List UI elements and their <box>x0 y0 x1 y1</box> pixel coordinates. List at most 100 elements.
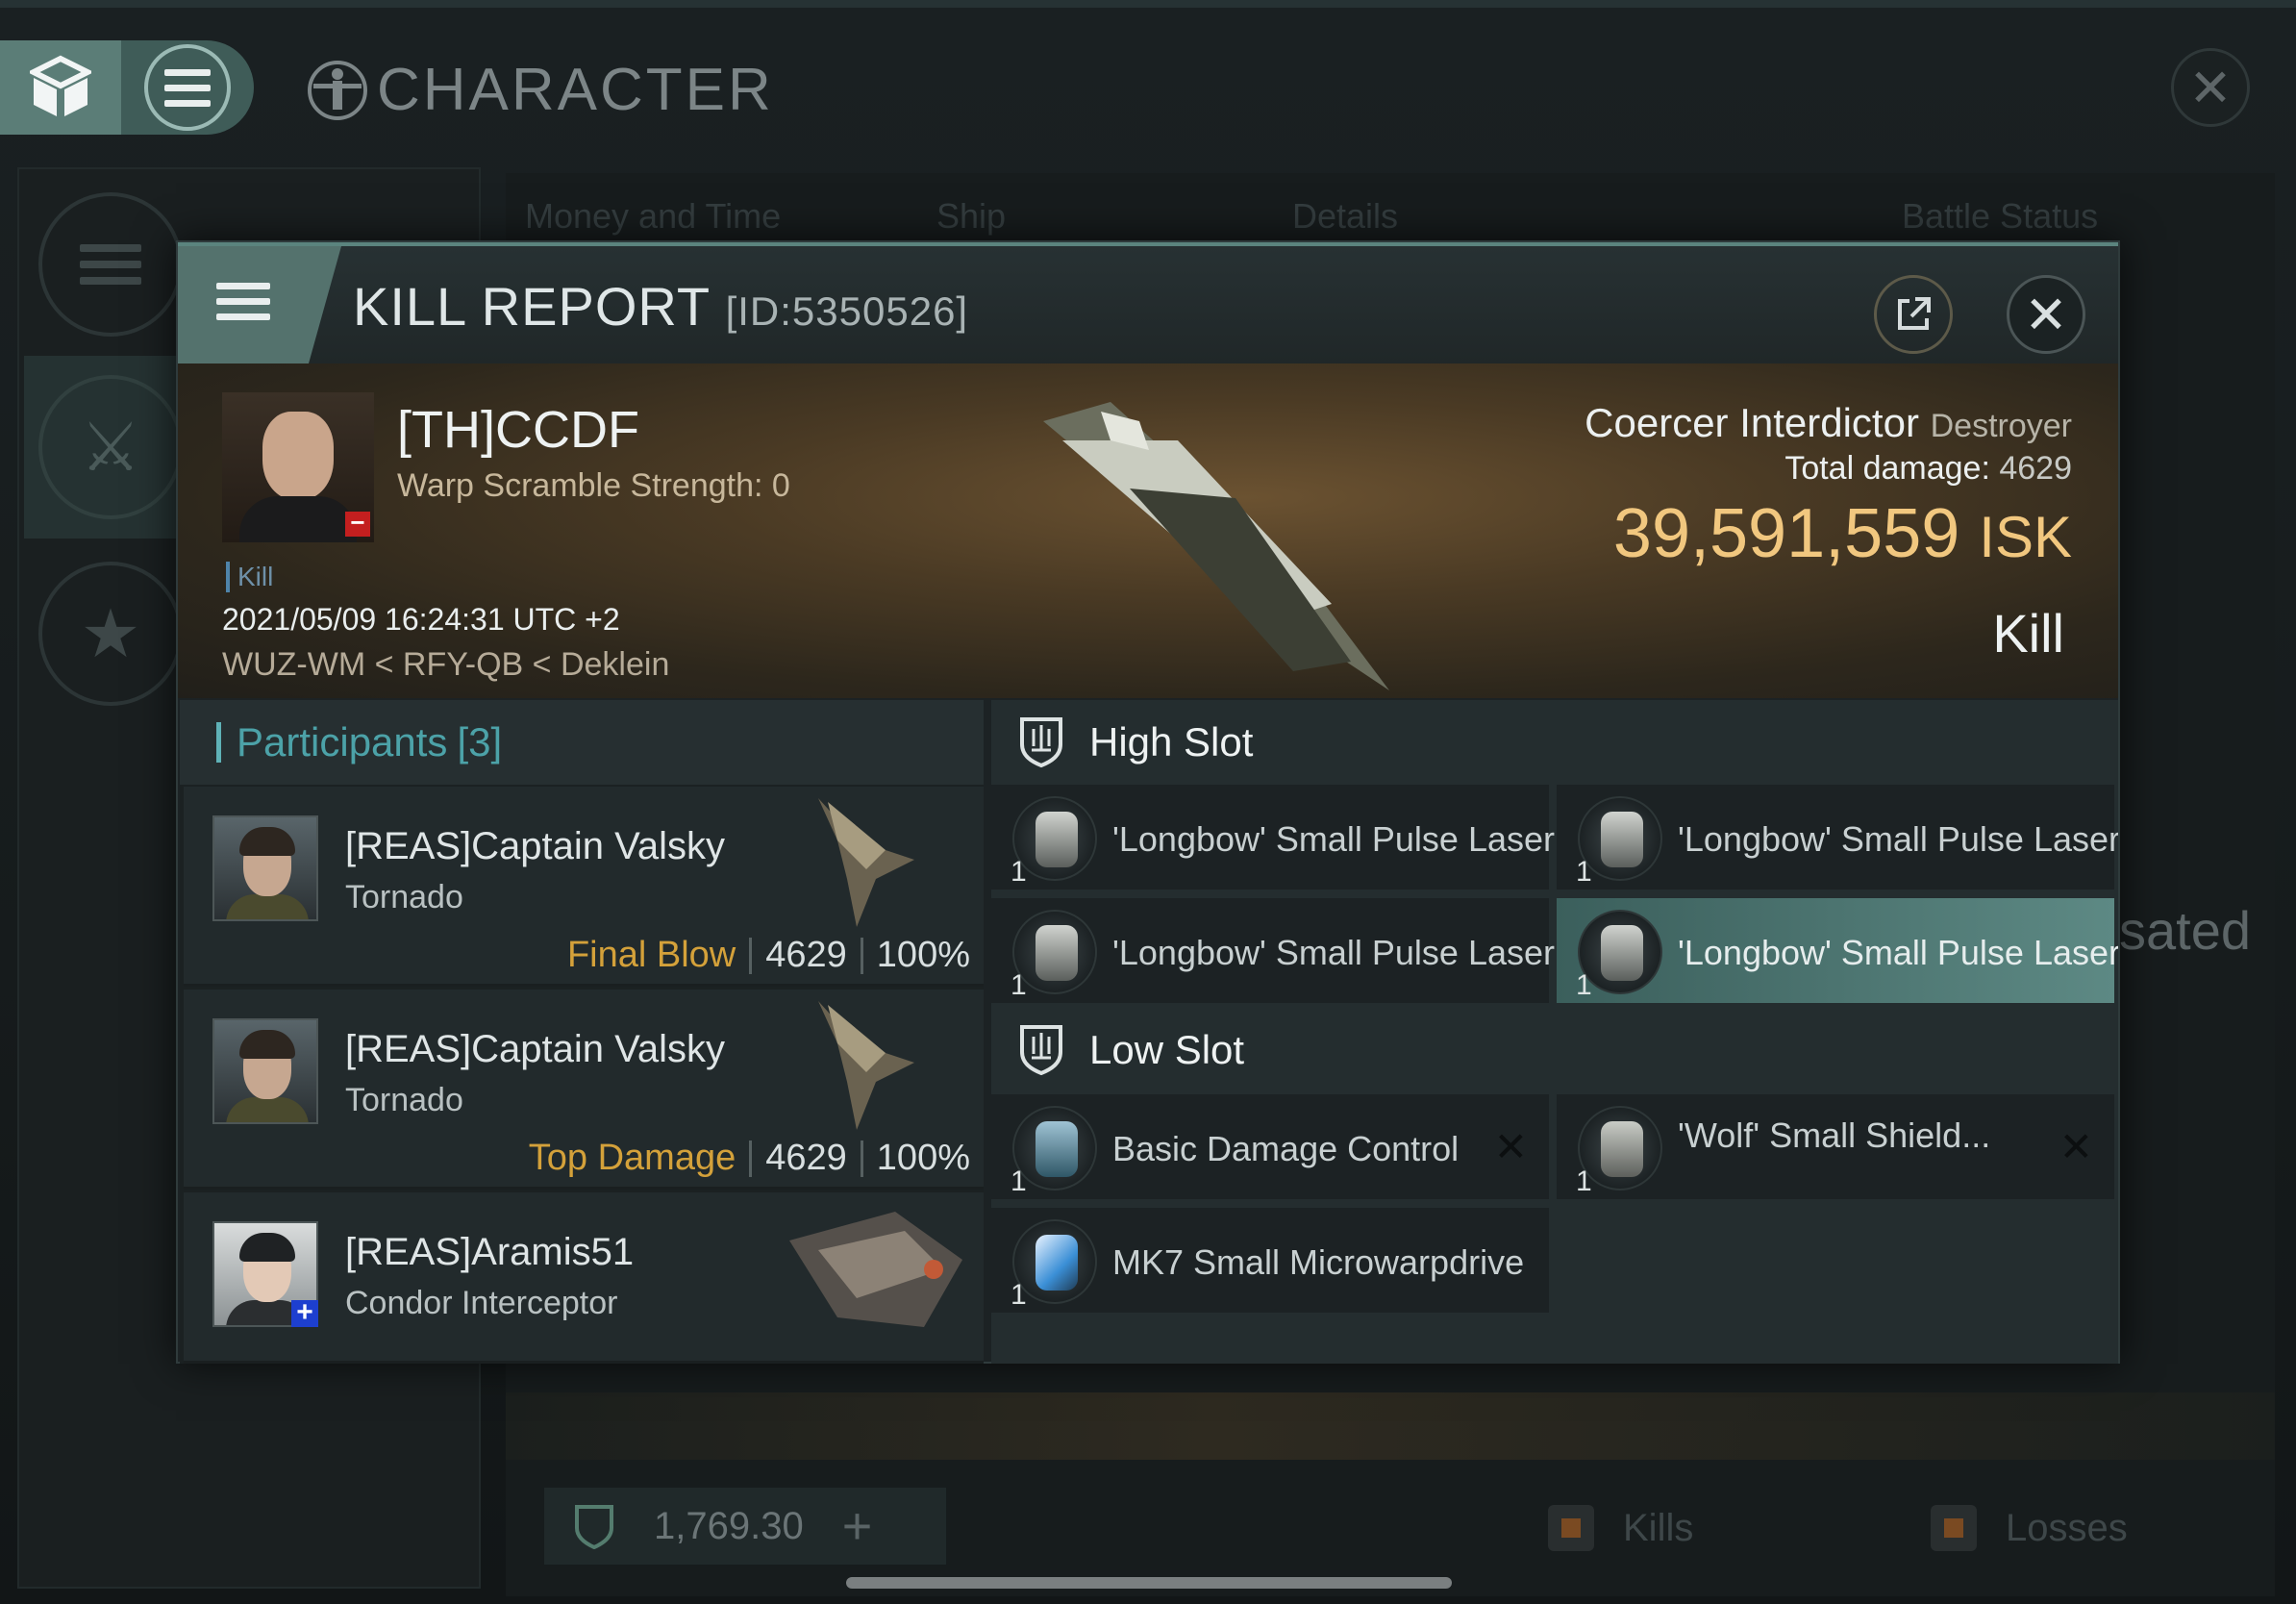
top-strip <box>0 0 2296 8</box>
module-item[interactable]: 1 Basic Damage Control ✕ <box>991 1094 1549 1202</box>
scrollbar[interactable] <box>846 1577 1452 1589</box>
participant-portrait[interactable] <box>212 1018 318 1124</box>
final-blow-label: Final Blow <box>566 935 736 975</box>
module-item[interactable]: 1 'Wolf' Small Shield... ✕ <box>1557 1094 2114 1202</box>
module-name: 'Wolf' Small Shield... <box>1678 1115 1991 1155</box>
legend-losses[interactable]: Losses <box>1931 1505 2128 1551</box>
participant-name: [REAS]Captain Valsky <box>345 825 725 867</box>
participant-row[interactable]: + [REAS]Aramis51 Condor Interceptor <box>184 1192 984 1364</box>
victim-name[interactable]: [TH]CCDF <box>397 400 639 460</box>
main-menu-button[interactable] <box>121 40 254 135</box>
star-icon: ★ <box>80 596 141 671</box>
kill-tag: Kill <box>226 562 273 592</box>
nav-favorites-button[interactable]: ★ <box>38 562 183 706</box>
victim-banner: − [TH]CCDF Warp Scramble Strength: 0 Kil… <box>178 363 2118 698</box>
high-slot-icon <box>1020 717 1062 768</box>
top-damage-label: Top Damage <box>528 1138 736 1178</box>
module-qty: 1 <box>1011 1279 1027 1311</box>
module-qty: 1 <box>1576 1165 1592 1197</box>
module-item[interactable]: 1 MK7 Small Microwarpdrive <box>991 1208 1549 1316</box>
high-slot-header: High Slot <box>991 700 2118 785</box>
external-link-icon <box>1898 297 1931 330</box>
module-item[interactable]: 1 'Longbow' Small Pulse Laser <box>991 898 1555 1006</box>
module-name: 'Longbow' Small Pulse Laser <box>1112 819 1556 859</box>
module-item-selected[interactable]: 1 'Longbow' Small Pulse Laser <box>1557 898 2118 1006</box>
participants-panel: Participants [3] [REAS]Captain Valsky To… <box>180 700 984 1364</box>
window-title: CHARACTER <box>306 56 774 124</box>
add-icon[interactable]: + <box>842 1496 873 1556</box>
module-qty: 1 <box>1011 1165 1027 1197</box>
hamburger-icon <box>216 283 270 320</box>
home-button[interactable] <box>0 40 121 135</box>
kill-report-modal: KILL REPORT [ID:5350526] ✕ − [TH]CCDF Wa… <box>176 240 2120 1364</box>
module-qty: 1 <box>1011 856 1027 888</box>
participants-count: [3] <box>457 719 503 764</box>
legend-kills[interactable]: Kills <box>1548 1505 1693 1551</box>
participant-portrait[interactable] <box>212 815 318 921</box>
module-item[interactable]: 1 'Longbow' Small Pulse Laser <box>991 785 1555 892</box>
cube-icon <box>30 55 91 116</box>
total-damage: Total damage: 4629 <box>1784 450 2072 487</box>
victim-ship-type[interactable]: Coercer Interdictor Destroyer <box>1585 400 2072 446</box>
participant-name: [REAS]Captain Valsky <box>345 1028 725 1070</box>
participant-percent: 100% <box>876 935 970 975</box>
participant-ship: Tornado <box>345 879 463 915</box>
participant-stats: Final Blow 4629 100% <box>567 935 970 976</box>
tornado-ship-image[interactable] <box>799 792 972 937</box>
module-name: 'Longbow' Small Pulse Laser <box>1678 819 2118 859</box>
wallet-bar: 1,769.30 + <box>544 1488 946 1565</box>
module-item[interactable]: 1 'Longbow' Small Pulse Laser <box>1557 785 2118 892</box>
kill-location[interactable]: WUZ-WM < RFY-QB < Deklein <box>222 646 669 684</box>
column-money-time[interactable]: Money and Time <box>525 196 781 237</box>
modal-menu-button[interactable] <box>178 246 341 363</box>
module-qty: 1 <box>1011 969 1027 1001</box>
participant-ship: Condor Interceptor <box>345 1285 618 1321</box>
module-name: 'Longbow' Small Pulse Laser <box>1112 933 1556 972</box>
kill-datetime: 2021/05/09 16:24:31 UTC +2 <box>222 602 620 637</box>
crossed-swords-icon: ⚔ <box>80 410 141 485</box>
nav-list-button[interactable] <box>38 192 183 337</box>
destroyed-icon: ✕ <box>2059 1124 2093 1169</box>
modal-close-button[interactable]: ✕ <box>2007 275 2085 354</box>
column-details[interactable]: Details <box>1292 196 1398 237</box>
modal-title: KILL REPORT [ID:5350526] <box>353 276 969 337</box>
background-partial-text: sated <box>2119 900 2251 961</box>
participant-stats: Top Damage 4629 100% <box>529 1138 970 1179</box>
column-ship[interactable]: Ship <box>936 196 1006 237</box>
share-button[interactable] <box>1874 275 1953 354</box>
participant-ship: Tornado <box>345 1082 463 1118</box>
wallet-value: 1,769.30 <box>654 1504 804 1547</box>
module-name: MK7 Small Microwarpdrive <box>1112 1242 1525 1282</box>
participant-row[interactable]: [REAS]Captain Valsky Tornado Final Blow … <box>184 787 984 987</box>
hostile-standing-icon: − <box>345 510 370 537</box>
low-slot-icon <box>1020 1025 1062 1076</box>
isk-unit: ISK <box>1979 505 2072 569</box>
module-qty: 1 <box>1576 969 1592 1001</box>
friendly-standing-icon: + <box>291 1298 318 1327</box>
wallet-icon <box>575 1505 613 1549</box>
nav-combat-button[interactable]: ⚔ <box>38 375 183 519</box>
ship-class: Destroyer <box>1930 408 2072 444</box>
participant-damage: 4629 <box>765 1138 847 1178</box>
participants-header: Participants [3] <box>180 700 984 785</box>
ship-name: Coercer Interdictor <box>1585 400 1919 445</box>
module-name: 'Longbow' Small Pulse Laser <box>1678 933 2118 972</box>
victim-ship-image[interactable] <box>986 383 1485 700</box>
close-icon: ✕ <box>2024 286 2068 344</box>
participant-name: [REAS]Aramis51 <box>345 1231 635 1273</box>
hamburger-icon <box>164 68 211 107</box>
participant-percent: 100% <box>876 1138 970 1178</box>
report-id: [ID:5350526] <box>725 288 969 334</box>
fitting-panel: High Slot 1 'Longbow' Small Pulse Laser … <box>991 700 2118 1364</box>
tornado-ship-image[interactable] <box>799 995 972 1140</box>
condor-ship-image[interactable] <box>780 1202 972 1346</box>
vitruvian-icon <box>308 60 367 120</box>
low-slot-header: Low Slot <box>991 1008 2118 1092</box>
column-battle-status[interactable]: Battle Status <box>1902 196 2098 237</box>
modal-header: KILL REPORT [ID:5350526] ✕ <box>178 242 2118 363</box>
list-icon <box>80 244 141 285</box>
report-result: Kill <box>1992 603 2064 664</box>
participant-row[interactable]: [REAS]Captain Valsky Tornado Top Damage … <box>184 990 984 1190</box>
window-close-button[interactable]: ✕ <box>2171 48 2250 127</box>
close-icon: ✕ <box>2188 59 2233 117</box>
